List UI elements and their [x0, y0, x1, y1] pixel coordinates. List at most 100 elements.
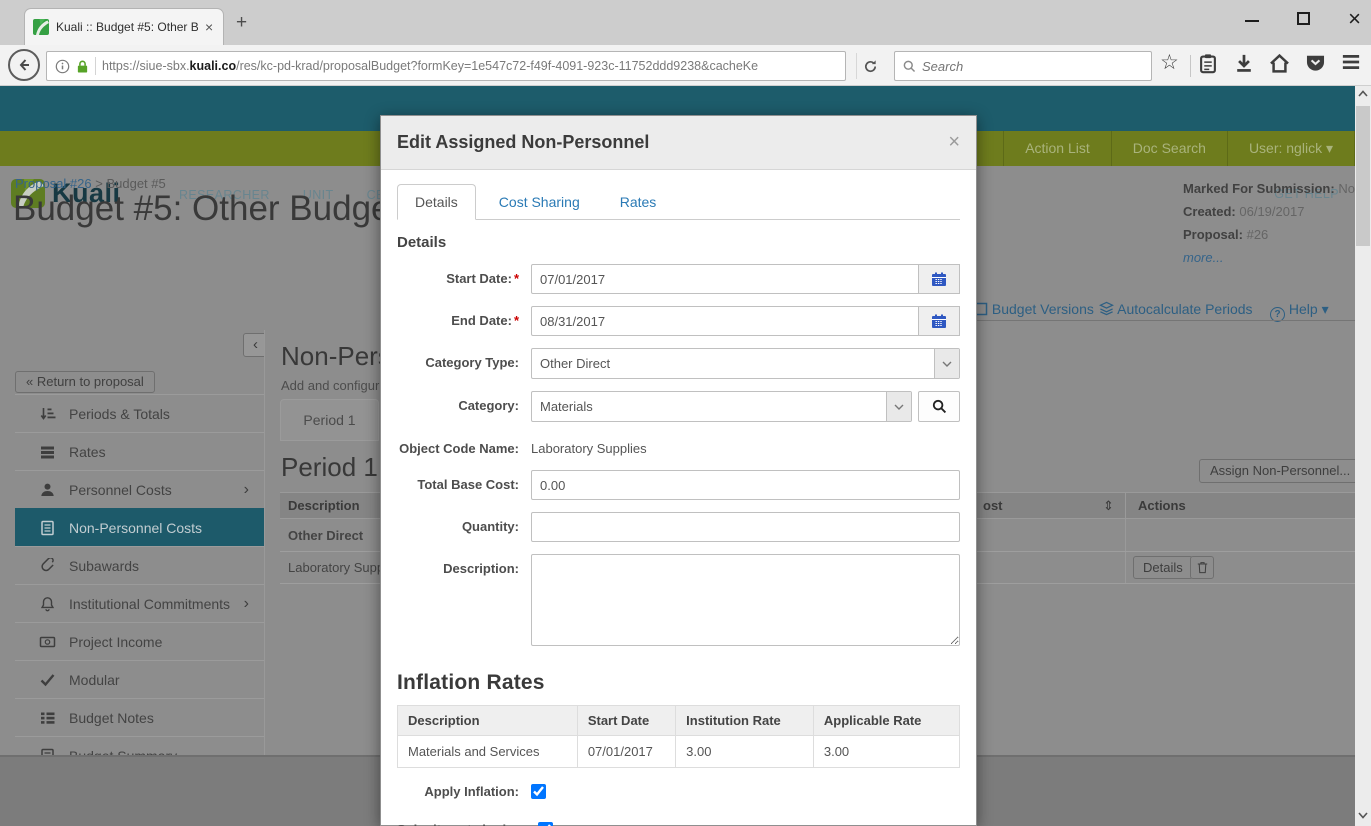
window-close-button[interactable]: × [1348, 6, 1361, 32]
start-date-input[interactable] [531, 264, 919, 294]
quantity-label: Quantity: [462, 519, 519, 534]
category-select[interactable]: Materials [531, 391, 912, 422]
inflation-start-date-header: Start Date [577, 706, 675, 736]
submit-cost-sharing-checkbox[interactable] [538, 822, 553, 826]
sidebar-item-budget-notes[interactable]: Budget Notes [15, 698, 265, 736]
info-icon[interactable] [55, 59, 70, 74]
proposal-label: Proposal: [1183, 227, 1243, 242]
inflation-rate-row: Materials and Services 07/01/2017 3.00 3… [398, 736, 960, 768]
submit-cost-sharing-row: Submit cost sharing: [397, 821, 960, 826]
back-button[interactable] [8, 49, 40, 81]
more-link[interactable]: more... [1183, 246, 1371, 269]
chevron-right-icon: › [244, 595, 249, 613]
sidebar-item-institutional-commitments[interactable]: Institutional Commitments › [15, 584, 265, 622]
user-menu[interactable]: User: nglick ▾ [1227, 131, 1355, 166]
tab-rates[interactable]: Rates [603, 185, 674, 219]
scrollbar-thumb[interactable] [1356, 106, 1370, 246]
inflation-start-date-cell: 07/01/2017 [577, 736, 675, 768]
description-row: Description: [397, 554, 960, 651]
description-textarea[interactable] [531, 554, 960, 646]
sidebar-item-label: Modular [69, 672, 120, 688]
quantity-row: Quantity: [397, 512, 960, 542]
paperclip-icon [39, 558, 57, 574]
list-icon [39, 710, 57, 726]
sidebar-item-modular[interactable]: Modular [15, 660, 265, 698]
end-date-input[interactable] [531, 306, 919, 336]
tab-title: Kuali :: Budget #5: Other Bud [56, 20, 198, 34]
download-icon[interactable] [1234, 53, 1254, 74]
sidebar-item-personnel-costs[interactable]: Personnel Costs › [15, 470, 265, 508]
menu-hamburger-icon[interactable] [1341, 53, 1361, 71]
person-icon [39, 482, 57, 498]
doc-search-link[interactable]: Doc Search [1111, 131, 1227, 166]
apply-inflation-checkbox[interactable] [531, 784, 546, 799]
delete-row-button[interactable] [1190, 556, 1214, 579]
inflation-rates-title: Inflation Rates [397, 671, 960, 695]
category-type-select[interactable]: Other Direct [531, 348, 960, 379]
marked-label: Marked For Submission: [1183, 181, 1335, 196]
search-input[interactable] [922, 59, 1122, 74]
return-to-proposal-button[interactable]: « Return to proposal [15, 371, 155, 393]
sidebar-collapse-button[interactable]: ‹ [243, 333, 265, 357]
created-value: 06/19/2017 [1239, 204, 1304, 219]
sidebar-item-label: Budget Notes [69, 710, 154, 726]
search-box[interactable] [894, 51, 1152, 81]
category-lookup-button[interactable] [918, 391, 960, 422]
url-prefix: https://siue-sbx. [102, 59, 190, 73]
tab-close-icon[interactable]: × [205, 19, 213, 35]
category-type-value: Other Direct [532, 356, 610, 371]
browser-tab[interactable]: Kuali :: Budget #5: Other Bud × [24, 8, 224, 45]
budget-versions-link[interactable]: Budget Versions [974, 301, 1094, 317]
end-date-calendar-button[interactable] [919, 306, 960, 336]
object-code-row: Object Code Name: Laboratory Supplies [397, 434, 960, 464]
sidebar-item-budget-summary[interactable]: Budget Summary [15, 736, 265, 755]
pocket-icon[interactable] [1305, 53, 1326, 73]
chevron-down-icon [934, 349, 959, 378]
sidebar-item-rates[interactable]: Rates [15, 432, 265, 470]
inflation-description-cell: Materials and Services [398, 736, 578, 768]
sidebar-item-label: Periods & Totals [69, 406, 170, 422]
sort-icon[interactable]: ⇕ [1103, 498, 1114, 514]
reload-button[interactable] [856, 53, 884, 79]
url-bar[interactable]: https://siue-sbx.kuali.co/res/kc-pd-krad… [46, 51, 846, 81]
non-personnel-heading: Non-Pers [281, 341, 391, 372]
browser-titlebar: Kuali :: Budget #5: Other Bud × + × [0, 0, 1371, 45]
calendar-icon [931, 314, 947, 329]
inflation-description-header: Description [398, 706, 578, 736]
proposal-value: #26 [1247, 227, 1269, 242]
row-item-label: Laboratory Supp [288, 560, 384, 575]
start-date-calendar-button[interactable] [919, 264, 960, 294]
modal-title: Edit Assigned Non-Personnel [397, 132, 649, 153]
category-value: Materials [532, 399, 593, 414]
home-icon[interactable] [1269, 53, 1290, 74]
tab-details[interactable]: Details [397, 184, 476, 220]
tab-cost-sharing[interactable]: Cost Sharing [482, 185, 597, 219]
tab-period-1[interactable]: Period 1 [280, 399, 379, 441]
modal-close-icon[interactable]: × [948, 131, 960, 154]
new-tab-button[interactable]: + [236, 12, 247, 34]
user-label: User: nglick [1249, 140, 1322, 156]
sidebar-item-subawards[interactable]: Subawards [15, 546, 265, 584]
modal-header: Edit Assigned Non-Personnel × [381, 116, 976, 170]
details-button[interactable]: Details [1133, 556, 1193, 579]
action-list-link[interactable]: Action List [1003, 131, 1111, 166]
quantity-input[interactable] [531, 512, 960, 542]
toolbar-underline [977, 320, 1355, 321]
scroll-down-icon[interactable] [1358, 812, 1368, 819]
assign-non-personnel-button[interactable]: Assign Non-Personnel... [1199, 459, 1361, 483]
secure-lock-icon[interactable] [76, 59, 89, 74]
autocalculate-link[interactable]: Autocalculate Periods [1099, 301, 1253, 317]
sidebar-item-project-income[interactable]: Project Income [15, 622, 265, 660]
sidebar-item-periods-totals[interactable]: Periods & Totals [15, 394, 265, 432]
total-base-cost-input[interactable] [531, 470, 960, 500]
start-date-label: Start Date: [446, 271, 512, 286]
bookmarks-panel-icon[interactable] [1198, 53, 1218, 75]
bookmark-star-icon[interactable]: ☆ [1160, 50, 1179, 75]
url-domain: kuali.co [190, 59, 237, 73]
trash-icon [1197, 561, 1208, 574]
window-maximize-button[interactable] [1297, 12, 1310, 25]
sidebar-item-non-personnel-costs[interactable]: Non-Personnel Costs [15, 508, 265, 546]
help-menu[interactable]: ? Help ▾ [1270, 301, 1329, 322]
scroll-up-icon[interactable] [1358, 90, 1368, 97]
window-minimize-button[interactable] [1245, 20, 1259, 22]
